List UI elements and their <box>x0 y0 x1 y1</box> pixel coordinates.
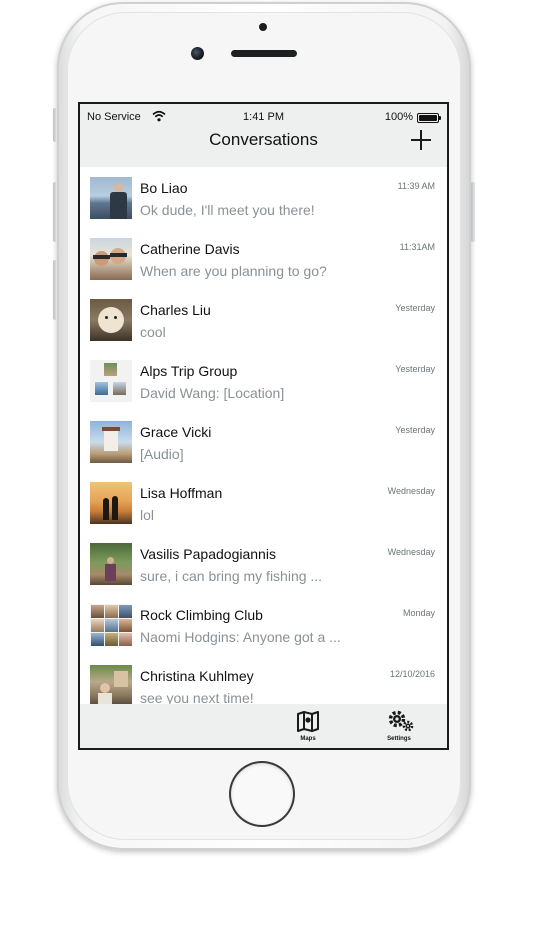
timestamp: 11:39 AM <box>397 181 435 191</box>
battery-icon <box>417 113 441 123</box>
tab-label: Maps <box>300 736 316 742</box>
volume-up-button <box>53 182 57 242</box>
timestamp: 11:31AM <box>399 242 435 252</box>
map-icon <box>297 711 319 732</box>
power-button <box>471 182 475 242</box>
contact-name: Catherine Davis <box>140 241 240 257</box>
battery-percent: 100% <box>384 111 413 123</box>
timestamp: Yesterday <box>395 364 435 374</box>
conversation-row[interactable]: Rock Climbing Club Naomi Hodgins: Anyone… <box>80 594 447 655</box>
message-preview: [Audio] <box>140 446 184 462</box>
timestamp: Wednesday <box>387 547 435 557</box>
message-preview: sure, i can bring my fishing ... <box>140 568 323 584</box>
timestamp: Wednesday <box>387 486 435 496</box>
timestamp: Yesterday <box>395 425 435 435</box>
front-camera <box>191 47 204 60</box>
message-preview: see you next time! <box>140 690 254 704</box>
message-preview: Ok dude, I'll meet you there! <box>140 202 315 218</box>
message-preview: David Wang: [Location] <box>140 385 285 401</box>
volume-down-button <box>53 260 57 320</box>
message-preview: cool <box>140 324 166 340</box>
screen-bezel: No Service 1:41 PM 100% Conversations Bo… <box>78 102 449 750</box>
contact-name: Lisa Hoffman <box>140 485 223 501</box>
contact-name: Grace Vicki <box>140 424 212 440</box>
plus-icon[interactable] <box>409 128 433 152</box>
conversation-row[interactable]: Grace Vicki [Audio] Yesterday <box>80 411 447 472</box>
timestamp: Yesterday <box>395 303 435 313</box>
tab-label: Settings <box>387 736 411 742</box>
conversation-row[interactable]: Catherine Davis When are you planning to… <box>80 228 447 289</box>
avatar <box>90 421 132 463</box>
mute-switch <box>53 108 57 142</box>
contact-name: Vasilis Papadogiannis <box>140 546 276 562</box>
group-avatar <box>90 360 132 402</box>
tab-bar: Maps Settings <box>80 704 447 748</box>
avatar <box>90 238 132 280</box>
avatar <box>90 177 132 219</box>
earpiece-speaker <box>231 50 297 57</box>
status-bar: No Service 1:41 PM 100% <box>80 109 447 125</box>
message-preview: Naomi Hodgins: Anyone got a ... <box>140 629 341 645</box>
avatar <box>90 482 132 524</box>
conversation-row[interactable]: Alps Trip Group David Wang: [Location] Y… <box>80 350 447 411</box>
conversation-row[interactable]: Christina Kuhlmey see you next time! 12/… <box>80 655 447 704</box>
timestamp: 12/10/2016 <box>389 669 435 679</box>
avatar <box>90 299 132 341</box>
avatar <box>90 543 132 585</box>
app-screen: No Service 1:41 PM 100% Conversations Bo… <box>80 104 447 748</box>
page-title: Conversations <box>209 130 318 149</box>
contact-name: Rock Climbing Club <box>140 607 263 623</box>
tab-settings[interactable]: Settings <box>379 709 419 745</box>
message-preview: When are you planning to go? <box>140 263 327 279</box>
proximity-sensor <box>259 23 267 31</box>
conversation-row[interactable]: Vasilis Papadogiannis sure, i can bring … <box>80 533 447 594</box>
contact-name: Charles Liu <box>140 302 211 318</box>
message-preview: lol <box>140 507 155 523</box>
group-avatar <box>90 604 132 646</box>
home-button[interactable] <box>231 763 293 825</box>
contact-name: Alps Trip Group <box>140 363 238 379</box>
contact-name: Christina Kuhlmey <box>140 668 254 684</box>
avatar <box>90 665 132 704</box>
top-bar: No Service 1:41 PM 100% Conversations <box>80 104 447 167</box>
conversation-row[interactable]: Charles Liu cool Yesterday <box>80 289 447 350</box>
conversation-list[interactable]: Bo Liao Ok dude, I'll meet you there! 11… <box>80 167 447 704</box>
contact-name: Bo Liao <box>140 180 188 196</box>
conversation-row[interactable]: Lisa Hoffman lol Wednesday <box>80 472 447 533</box>
timestamp: Monday <box>402 608 435 618</box>
gears-icon <box>388 710 414 732</box>
conversation-row[interactable]: Bo Liao Ok dude, I'll meet you there! 11… <box>80 167 447 228</box>
tab-maps[interactable]: Maps <box>288 709 328 745</box>
